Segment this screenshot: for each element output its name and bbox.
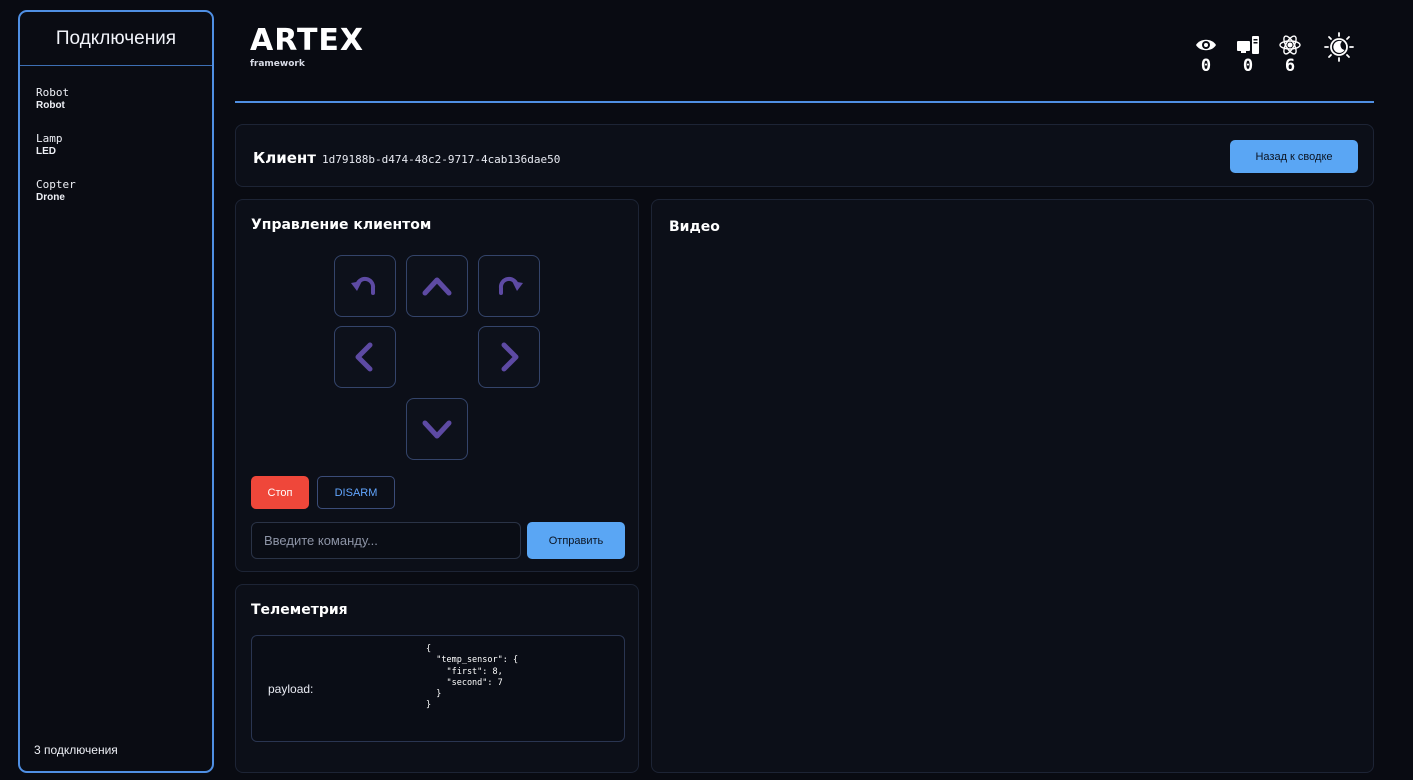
chevron-up-icon [422,277,452,296]
atom-icon [1277,32,1303,58]
rotate-right-button[interactable] [478,255,540,317]
theme-toggle[interactable] [1322,32,1356,66]
connection-item-copter[interactable]: Copter Drone [36,178,212,204]
connection-item-lamp[interactable]: Lamp LED [36,132,212,158]
viewers-stat: 0 [1192,32,1220,76]
client-panel: Клиент 1d79188b-d474-48c2-9717-4cab136da… [235,124,1374,187]
connection-item-robot[interactable]: Robot Robot [36,86,212,112]
logo-subtitle: framework [250,59,305,69]
client-header: Клиент 1d79188b-d474-48c2-9717-4cab136da… [253,149,560,167]
sidebar-title: Подключения [20,12,212,66]
connection-name: Robot [36,86,70,99]
rotate-left-button[interactable] [334,255,396,317]
chevron-right-icon [501,342,519,372]
telemetry-box: payload: { "temp_sensor": { "first": 8, … [251,635,625,742]
video-title: Видео [669,219,720,235]
computers-count: 0 [1242,56,1254,76]
logo-title: ARTEX [250,23,365,58]
command-input[interactable] [251,522,521,559]
client-id: 1d79188b-d474-48c2-9717-4cab136dae50 [322,153,561,166]
client-label: Клиент [253,149,316,167]
payload-json: { "temp_sensor": { "first": 8, "second":… [426,644,519,711]
connection-name: Lamp [36,132,63,145]
eye-icon [1193,32,1219,58]
send-button[interactable]: Отправить [527,522,625,559]
telemetry-title: Телеметрия [251,602,348,618]
payload-label: payload: [268,682,314,696]
connection-type: LED [36,146,56,157]
left-button[interactable] [334,326,396,388]
connections-sidebar: Подключения Robot Robot Lamp LED Copter … [18,10,214,773]
backward-button[interactable] [406,398,468,460]
top-bar: ARTEX framework 0 0 6 [235,10,1374,103]
atoms-stat: 6 [1276,32,1304,76]
stats-bar: 0 0 6 [1192,32,1356,76]
connection-type: Drone [36,192,65,203]
right-button[interactable] [478,326,540,388]
connection-name: Copter [36,178,76,191]
chevron-down-icon [422,420,452,439]
disarm-button[interactable]: DISARM [317,476,395,509]
computers-stat: 0 [1234,32,1262,76]
rotate-left-icon [351,276,376,295]
video-panel: Видео [651,199,1374,773]
sun-moon-icon [1323,31,1355,67]
stop-button[interactable]: Стоп [251,476,309,509]
viewers-count: 0 [1200,56,1212,76]
client-control-panel: Управление клиентом Стоп DISARM Отпр [235,199,639,572]
connection-type: Robot [36,100,65,111]
atoms-count: 6 [1284,56,1296,76]
forward-button[interactable] [406,255,468,317]
connection-count: 3 подключения [34,743,118,757]
control-panel-title: Управление клиентом [251,217,432,233]
chevron-left-icon [355,342,373,372]
telemetry-panel: Телеметрия payload: { "temp_sensor": { "… [235,584,639,773]
back-to-summary-button[interactable]: Назад к сводке [1230,140,1358,173]
computer-icon [1235,32,1261,58]
rotate-right-icon [498,276,523,295]
logo: ARTEX framework [250,23,365,70]
